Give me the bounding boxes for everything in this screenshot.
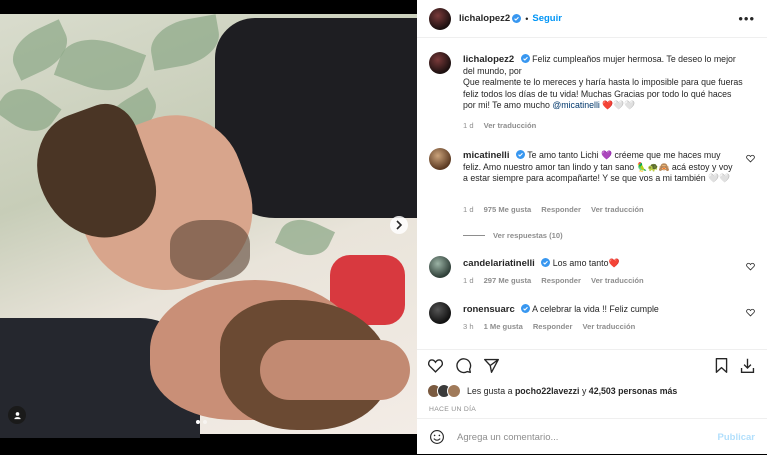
reply-button[interactable]: Responder — [541, 205, 581, 214]
more-options-button[interactable]: ••• — [738, 11, 755, 26]
likes-user[interactable]: pocho22lavezzi — [515, 386, 580, 396]
verified-badge-icon — [515, 150, 525, 159]
tagged-users-button[interactable] — [8, 406, 26, 424]
reply-button[interactable]: Responder — [541, 276, 581, 285]
verified-badge-icon — [512, 14, 522, 23]
comment-time[interactable]: 1 d — [463, 276, 474, 285]
avatar[interactable] — [429, 7, 451, 30]
translate-link[interactable]: Ver traducción — [484, 121, 537, 130]
carousel-dot — [196, 420, 200, 424]
publish-button[interactable]: Publicar — [718, 432, 756, 443]
caption-emoji: ❤️🤍🤍 — [602, 100, 636, 110]
post-author-username[interactable]: lichalopez2 — [459, 13, 510, 24]
comment-text: ronensuarc A celebrar la vida !! Feliz c… — [463, 304, 745, 316]
heart-icon[interactable] — [427, 357, 444, 374]
likes-count[interactable]: 42,503 personas más — [589, 386, 678, 396]
avatar[interactable] — [429, 256, 451, 278]
comment-icon[interactable] — [455, 357, 472, 374]
caption-username[interactable]: lichalopez2 — [463, 54, 514, 65]
like-comment-heart-icon[interactable] — [746, 154, 755, 163]
comment-meta: 1 d 975 Me gusta Responder Ver traducció… — [463, 205, 644, 214]
add-comment-bar: Publicar — [417, 418, 767, 455]
share-icon[interactable] — [483, 357, 500, 374]
carousel-indicator — [196, 420, 207, 424]
likes-joiner: y — [581, 386, 587, 396]
caption-time[interactable]: 1 d — [463, 121, 474, 130]
comment-likes[interactable]: 1 Me gusta — [484, 322, 523, 331]
view-replies-label: Ver respuestas (10) — [493, 231, 563, 240]
like-comment-heart-icon[interactable] — [746, 262, 755, 271]
comment-body: A celebrar la vida !! Feliz cumple — [532, 304, 659, 314]
verified-badge-icon — [541, 258, 551, 267]
comment-meta: 1 d 297 Me gusta Responder Ver traducció… — [463, 276, 644, 285]
comment-text: micatinelli Te amo tanto Lichi 💜 créeme … — [463, 150, 733, 185]
avatar — [447, 384, 461, 398]
reply-button[interactable]: Responder — [533, 322, 573, 331]
like-comment-heart-icon[interactable] — [746, 308, 755, 317]
comment-username[interactable]: micatinelli — [463, 150, 509, 161]
bookmark-icon[interactable] — [713, 357, 730, 374]
view-replies-button[interactable]: Ver respuestas (10) — [463, 231, 563, 240]
comment-likes[interactable]: 975 Me gusta — [484, 205, 532, 214]
post-header: lichalopez2 • Seguir ••• — [417, 0, 767, 38]
comment-username[interactable]: candelariatinelli — [463, 258, 535, 269]
man-beard — [170, 220, 250, 280]
man-hand — [260, 340, 410, 400]
comment-body: Los amo tanto❤️ — [552, 258, 620, 268]
separator-dot: • — [525, 13, 529, 24]
chevron-right-icon — [396, 220, 403, 230]
user-tag-icon — [13, 411, 21, 419]
likes-text: Les gusta a pocho22lavezzi y 42,503 pers… — [467, 386, 677, 396]
comment-likes[interactable]: 297 Me gusta — [484, 276, 532, 285]
comment-time[interactable]: 1 d — [463, 205, 474, 214]
verified-badge-icon — [520, 54, 530, 63]
download-icon[interactable] — [739, 357, 756, 374]
comment-username[interactable]: ronensuarc — [463, 304, 515, 315]
comment-meta: 3 h 1 Me gusta Responder Ver traducción — [463, 322, 635, 331]
comment-input[interactable] — [455, 430, 709, 444]
comments-list[interactable]: lichalopez2 Feliz cumpleaños mujer hermo… — [417, 38, 767, 348]
instagram-post-viewer: lichalopez2 • Seguir ••• lichalopez2 Fel… — [0, 0, 767, 454]
avatar[interactable] — [429, 148, 451, 170]
likes-prefix: Les gusta a — [467, 386, 513, 396]
post-timestamp[interactable]: HACE UN DÍA — [429, 406, 476, 413]
caption-text: lichalopez2 Feliz cumpleaños mujer hermo… — [463, 54, 745, 112]
translate-link[interactable]: Ver traducción — [591, 276, 644, 285]
comment-time[interactable]: 3 h — [463, 322, 474, 331]
caption-meta: 1 d Ver traducción — [463, 121, 536, 130]
translate-link[interactable]: Ver traducción — [582, 322, 635, 331]
likes-summary[interactable]: Les gusta a pocho22lavezzi y 42,503 pers… — [427, 384, 677, 398]
comment-text: candelariatinelli Los amo tanto❤️ — [463, 258, 745, 270]
follow-button[interactable]: Seguir — [532, 13, 562, 24]
carousel-dot — [203, 420, 207, 424]
emoji-icon[interactable] — [429, 429, 445, 445]
avatar[interactable] — [429, 302, 451, 324]
next-photo-button[interactable] — [390, 216, 408, 234]
post-actions-bar — [417, 349, 767, 380]
replies-divider — [463, 235, 485, 236]
avatar[interactable] — [429, 52, 451, 74]
post-photo[interactable] — [0, 0, 417, 454]
translate-link[interactable]: Ver traducción — [591, 205, 644, 214]
mention-link[interactable]: @micatinelli — [552, 100, 600, 110]
post-side-panel: lichalopez2 • Seguir ••• lichalopez2 Fel… — [417, 0, 767, 454]
verified-badge-icon — [521, 304, 531, 313]
